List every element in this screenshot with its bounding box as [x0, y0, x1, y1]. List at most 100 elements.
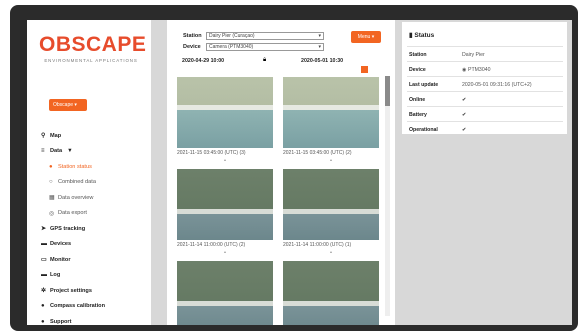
log-icon: ▬ — [41, 272, 47, 279]
sidebar-item-label: Data overview — [58, 194, 94, 201]
sidebar-item-label: Data export — [58, 210, 87, 217]
app-screen: OBSCAPE ENVIRONMENTAL APPLICATIONS Obsca… — [27, 20, 572, 325]
sidebar-item-map[interactable]: ⚲ Map — [41, 128, 149, 144]
status-key: Operational — [409, 127, 438, 133]
sidebar-item-label: Support — [50, 318, 72, 325]
thumbnail-caption: 2021-11-14 11:00:00 (UTC) (2) — [177, 242, 246, 248]
sidebar-item-gps-tracking[interactable]: ➤ GPS tracking — [41, 221, 149, 237]
status-value: 2020-05-01 09:31:16 (UTC+2) — [462, 82, 532, 88]
station-select[interactable]: Dairy Pier (Curaçao) ▾ — [206, 32, 324, 40]
date-from[interactable]: 2020-04-29 10:00 — [182, 58, 224, 64]
status-row-operational: Operational ✔ — [407, 121, 563, 137]
thumbnail-dot: • — [224, 158, 226, 164]
lock-icon[interactable]: 🔒︎ — [263, 57, 266, 64]
status-row-battery: Battery ✔ — [407, 106, 563, 122]
date-to[interactable]: 2020-05-01 10:30 — [301, 58, 343, 64]
status-key: Battery — [409, 112, 427, 118]
gallery-scrollbar[interactable] — [385, 76, 390, 316]
chevron-down-icon: ▾ — [318, 33, 321, 39]
chevron-down-icon: ▾ — [318, 44, 321, 50]
help-icon: ● — [41, 318, 45, 325]
device-select[interactable]: Camera (PTM3040) ▾ — [206, 43, 324, 51]
sidebar-item-label: Station status — [58, 163, 92, 170]
sidebar-item-compass-calibration[interactable]: ● Compass calibration — [41, 299, 149, 315]
gallery-thumbnail[interactable] — [177, 261, 273, 325]
camera-image[interactable] — [283, 77, 379, 148]
send-icon: ➤ — [41, 226, 47, 233]
thumbnail-caption: 2021-11-14 11:00:00 (UTC) (1) — [283, 242, 352, 248]
monitor-icon: ▭ — [41, 257, 47, 264]
status-value: Dairy Pier — [462, 52, 485, 58]
status-value-container: ◉ PTM3040 — [462, 67, 490, 73]
camera-image[interactable] — [177, 77, 273, 148]
status-title-text: Status — [414, 32, 435, 39]
status-key: Device — [409, 67, 426, 73]
scrollbar-thumb[interactable] — [385, 76, 390, 106]
status-row-online: Online ✔ — [407, 91, 563, 107]
sidebar-item-data-export[interactable]: ◎ Data export — [41, 206, 149, 222]
gallery-thumbnail[interactable]: 2021-11-14 11:00:00 (UTC) (1) • — [283, 169, 379, 256]
status-panel: ▮ Status Station Dairy Pier Device ◉ PTM… — [402, 22, 567, 134]
check-icon: ✔ — [462, 127, 467, 133]
sidebar-item-project-settings[interactable]: ✲ Project settings — [41, 283, 149, 299]
devices-icon: ▬ — [41, 241, 47, 248]
status-row-device: Device ◉ PTM3040 — [407, 61, 563, 77]
apply-date-button[interactable] — [361, 66, 368, 73]
device-row: Device Camera (PTM3040) ▾ — [183, 43, 324, 51]
brand-name: OBSCAPE — [39, 33, 147, 56]
sidebar-item-data[interactable]: ≡ Data ▼ — [41, 144, 149, 160]
device-label: Device — [183, 44, 201, 50]
gallery-thumbnail[interactable]: 2021-11-15 03:45:00 (UTC) (2) • — [283, 77, 379, 164]
gear-icon: ✲ — [41, 288, 47, 295]
sidebar-item-label: Monitor — [50, 256, 71, 263]
compass-icon: ● — [41, 303, 45, 310]
table-icon: ▦ — [49, 195, 55, 202]
sidebar-item-combined-data[interactable]: ○ Combined data — [41, 175, 149, 191]
main-panel: Station Dairy Pier (Curaçao) ▾ Device Ca… — [167, 20, 395, 325]
status-title: ▮ Status — [409, 31, 434, 39]
sidebar-item-label: Map — [50, 132, 62, 139]
sidebar-item-monitor[interactable]: ▭ Monitor — [41, 252, 149, 268]
camera-image[interactable] — [177, 169, 273, 240]
gallery-thumbnail[interactable] — [283, 261, 379, 325]
device-select-value: Camera (PTM3040) — [209, 44, 254, 50]
sidebar-item-data-overview[interactable]: ▦ Data overview — [41, 190, 149, 206]
sidebar-item-label: Compass calibration — [50, 303, 106, 310]
brand-tagline: ENVIRONMENTAL APPLICATIONS — [44, 58, 138, 63]
status-key: Station — [409, 52, 427, 58]
camera-image[interactable] — [283, 261, 379, 325]
sidebar-item-support[interactable]: ● Support — [41, 314, 149, 325]
sidebar-item-label: Log — [50, 272, 61, 279]
camera-image[interactable] — [283, 169, 379, 240]
status-icon: ▮ — [409, 32, 413, 39]
export-icon: ◎ — [49, 210, 55, 217]
menu-button[interactable]: Menu ▾ — [351, 31, 381, 43]
gallery-thumbnail[interactable]: 2021-11-15 03:45:00 (UTC) (3) • — [177, 77, 273, 164]
sidebar-nav: ⚲ Map ≡ Data ▼ ● Station status ○ Combin… — [41, 128, 149, 325]
camera-image[interactable] — [177, 261, 273, 325]
organization-select[interactable]: Obscape ▾ — [49, 99, 87, 111]
sidebar-item-log[interactable]: ▬ Log — [41, 268, 149, 284]
sidebar-item-station-status[interactable]: ● Station status — [41, 159, 149, 175]
status-key: Online — [409, 97, 426, 103]
gallery-thumbnail[interactable]: 2021-11-14 11:00:00 (UTC) (2) • — [177, 169, 273, 256]
sidebar: OBSCAPE ENVIRONMENTAL APPLICATIONS Obsca… — [27, 20, 151, 325]
sidebar-item-label: GPS tracking — [50, 225, 86, 232]
camera-icon: ◉ — [462, 67, 467, 73]
thumbnail-caption: 2021-11-15 03:45:00 (UTC) (3) — [177, 150, 246, 156]
station-row: Station Dairy Pier (Curaçao) ▾ — [183, 32, 324, 40]
check-icon: ✔ — [462, 97, 467, 103]
status-row-last-update: Last update 2020-05-01 09:31:16 (UTC+2) — [407, 76, 563, 92]
organization-select-label: Obscape — [53, 102, 74, 108]
station-label: Station — [183, 33, 202, 39]
map-marker-icon: ⚲ — [41, 133, 46, 140]
thumbnail-dot: • — [330, 158, 332, 164]
location-icon: ○ — [49, 179, 53, 186]
sidebar-item-label: Combined data — [58, 179, 96, 186]
status-value[interactable]: PTM3040 — [468, 67, 491, 73]
sidebar-item-devices[interactable]: ▬ Devices — [41, 237, 149, 253]
chevron-down-icon: ▾ — [74, 102, 77, 108]
image-gallery: 2021-11-15 03:45:00 (UTC) (3) • 2021-11-… — [177, 77, 389, 325]
status-row-station: Station Dairy Pier — [407, 46, 563, 62]
thumbnail-dot: • — [330, 250, 332, 256]
